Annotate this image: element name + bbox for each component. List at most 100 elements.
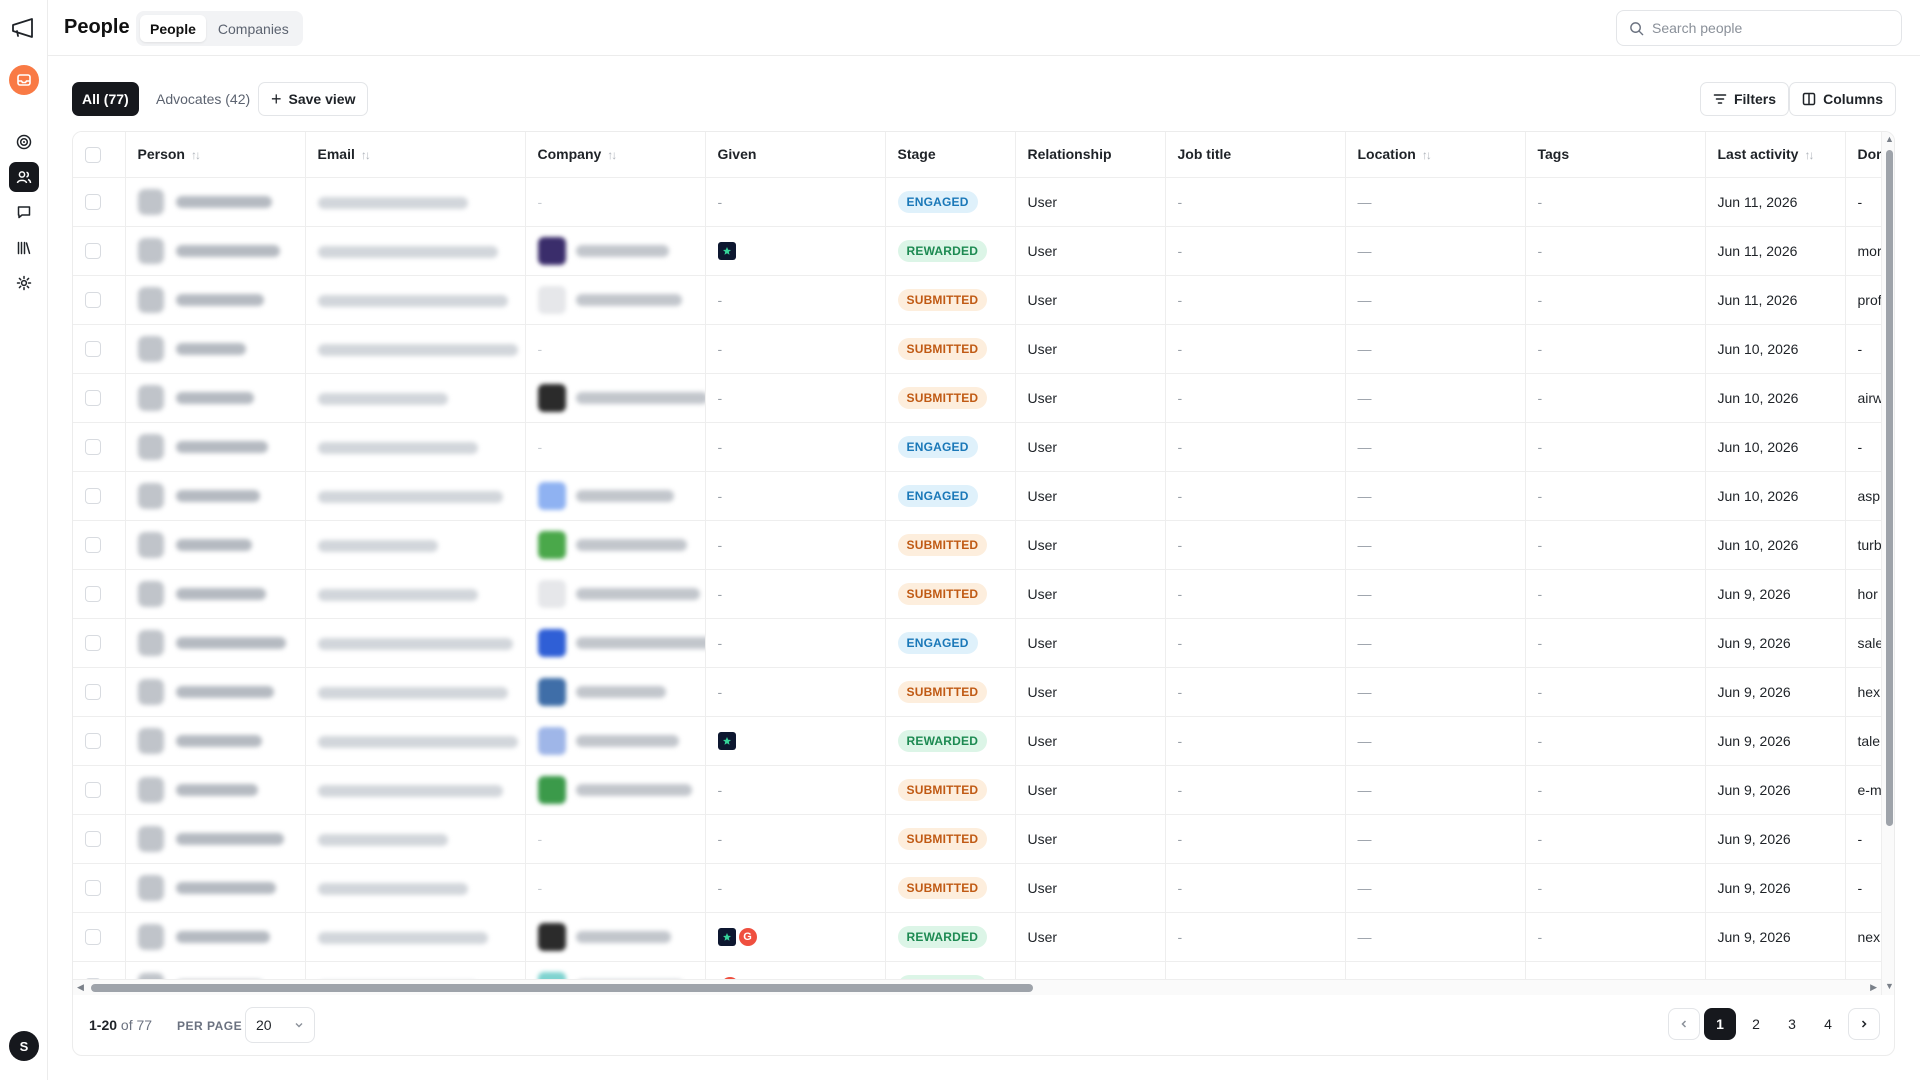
- email-cell[interactable]: [305, 814, 526, 864]
- row-checkbox[interactable]: [85, 684, 101, 701]
- company-cell[interactable]: [525, 275, 706, 325]
- row-checkbox[interactable]: [85, 929, 101, 946]
- table-row[interactable]: - ENGAGED User - — - Jun 9, 2026 sale: [73, 618, 1881, 668]
- horizontal-scroll-thumb[interactable]: [91, 984, 1033, 992]
- scroll-right-icon[interactable]: ▶: [1870, 982, 1877, 993]
- row-checkbox[interactable]: [85, 782, 101, 799]
- person-cell[interactable]: [125, 863, 306, 913]
- person-cell[interactable]: [125, 912, 306, 962]
- email-cell[interactable]: [305, 569, 526, 619]
- email-cell[interactable]: [305, 177, 526, 227]
- filter-advocates-chip[interactable]: Advocates (42): [146, 82, 260, 116]
- person-cell[interactable]: [125, 569, 306, 619]
- horizontal-scrollbar[interactable]: ◀ ▶: [73, 979, 1881, 995]
- row-checkbox[interactable]: [85, 831, 101, 848]
- col-person[interactable]: Person ↑↓: [125, 132, 306, 178]
- email-cell[interactable]: [305, 618, 526, 668]
- person-cell[interactable]: [125, 471, 306, 521]
- table-row[interactable]: REWARDED User - — - Jun 11, 2026 mor: [73, 226, 1881, 276]
- nav-library[interactable]: [9, 233, 39, 263]
- person-cell[interactable]: [125, 618, 306, 668]
- scroll-left-icon[interactable]: ◀: [77, 982, 84, 993]
- nav-messages[interactable]: [9, 197, 39, 227]
- sort-icon[interactable]: ↑↓: [361, 148, 371, 162]
- row-checkbox[interactable]: [85, 635, 101, 652]
- table-row[interactable]: - SUBMITTED User - — - Jun 9, 2026 e-m: [73, 765, 1881, 815]
- col-job-title[interactable]: Job title: [1165, 132, 1346, 178]
- company-cell[interactable]: [525, 471, 706, 521]
- person-cell[interactable]: [125, 520, 306, 570]
- vertical-scroll-thumb[interactable]: [1886, 150, 1893, 826]
- tab-companies[interactable]: Companies: [208, 15, 299, 42]
- col-given[interactable]: Given: [705, 132, 886, 178]
- company-cell[interactable]: [525, 716, 706, 766]
- email-cell[interactable]: [305, 765, 526, 815]
- row-checkbox[interactable]: [85, 537, 101, 554]
- email-cell[interactable]: [305, 667, 526, 717]
- person-cell[interactable]: [125, 226, 306, 276]
- page-1-button[interactable]: 1: [1704, 1008, 1736, 1040]
- save-view-button[interactable]: + Save view: [258, 82, 369, 116]
- sort-icon[interactable]: ↑↓: [191, 148, 201, 162]
- person-cell[interactable]: [125, 961, 306, 979]
- email-cell[interactable]: [305, 716, 526, 766]
- user-avatar[interactable]: S: [9, 1031, 39, 1061]
- col-domain[interactable]: Domain: [1845, 132, 1881, 178]
- search-box[interactable]: [1616, 10, 1902, 46]
- email-cell[interactable]: [305, 226, 526, 276]
- table-row[interactable]: - - ENGAGED User - — - Jun 11, 2026-: [73, 177, 1881, 227]
- email-cell[interactable]: [305, 373, 526, 423]
- company-cell[interactable]: [525, 765, 706, 815]
- col-stage[interactable]: Stage: [885, 132, 1016, 178]
- table-row[interactable]: REWARDED User - — - Jun 9, 2026 tale: [73, 716, 1881, 766]
- table-row[interactable]: - SUBMITTED User - — - Jun 10, 2026 airw: [73, 373, 1881, 423]
- company-cell[interactable]: -: [525, 422, 706, 472]
- email-cell[interactable]: [305, 961, 526, 979]
- person-cell[interactable]: [125, 716, 306, 766]
- table-row[interactable]: - SUBMITTED User - — - Jun 9, 2026 hex: [73, 667, 1881, 717]
- tab-people[interactable]: People: [140, 15, 206, 42]
- table-row[interactable]: - - SUBMITTED User - — - Jun 10, 2026-: [73, 324, 1881, 374]
- company-cell[interactable]: -: [525, 177, 706, 227]
- row-checkbox[interactable]: [85, 586, 101, 603]
- table-row[interactable]: - - SUBMITTED User - — - Jun 9, 2026-: [73, 863, 1881, 913]
- table-row[interactable]: - - SUBMITTED User - — - Jun 9, 2026-: [73, 814, 1881, 864]
- vertical-scrollbar[interactable]: ▲ ▼: [1881, 132, 1894, 995]
- select-all-checkbox[interactable]: [85, 146, 101, 163]
- scroll-up-icon[interactable]: ▲: [1885, 134, 1894, 144]
- table-viewport[interactable]: Person ↑↓ Email ↑↓ Company ↑↓ Given Stage R…: [73, 132, 1881, 979]
- company-cell[interactable]: [525, 569, 706, 619]
- table-row[interactable]: - SUBMITTED User - — - Jun 11, 2026 prof: [73, 275, 1881, 325]
- page-4-button[interactable]: 4: [1812, 1008, 1844, 1040]
- col-location[interactable]: Location ↑↓: [1345, 132, 1526, 178]
- columns-button[interactable]: Columns: [1789, 82, 1896, 116]
- company-cell[interactable]: -: [525, 863, 706, 913]
- sort-icon[interactable]: ↑↓: [1422, 148, 1432, 162]
- sort-icon[interactable]: ↑↓: [1804, 148, 1814, 162]
- prev-page-button[interactable]: [1668, 1008, 1700, 1040]
- email-cell[interactable]: [305, 520, 526, 570]
- table-row[interactable]: - ENGAGED User - — - Jun 10, 2026 aspi: [73, 471, 1881, 521]
- workspace-avatar[interactable]: [9, 65, 39, 95]
- filter-all-chip[interactable]: All (77): [72, 82, 139, 116]
- sort-icon[interactable]: ↑↓: [607, 148, 617, 162]
- megaphone-icon[interactable]: [10, 16, 38, 40]
- row-checkbox[interactable]: [85, 341, 101, 358]
- row-checkbox[interactable]: [85, 194, 101, 211]
- company-cell[interactable]: [525, 618, 706, 668]
- email-cell[interactable]: [305, 863, 526, 913]
- email-cell[interactable]: [305, 471, 526, 521]
- col-company[interactable]: Company ↑↓: [525, 132, 706, 178]
- person-cell[interactable]: [125, 177, 306, 227]
- table-row[interactable]: - - ENGAGED User - — - Jun 10, 2026-: [73, 422, 1881, 472]
- company-cell[interactable]: [525, 961, 706, 979]
- company-cell[interactable]: -: [525, 324, 706, 374]
- company-cell[interactable]: [525, 912, 706, 962]
- person-cell[interactable]: [125, 667, 306, 717]
- row-checkbox[interactable]: [85, 439, 101, 456]
- table-row[interactable]: G REWARDED User - — - Jun 9, 2026 nex: [73, 912, 1881, 962]
- company-cell[interactable]: -: [525, 814, 706, 864]
- col-relationship[interactable]: Relationship: [1015, 132, 1166, 178]
- row-checkbox[interactable]: [85, 488, 101, 505]
- nav-settings[interactable]: [9, 268, 39, 298]
